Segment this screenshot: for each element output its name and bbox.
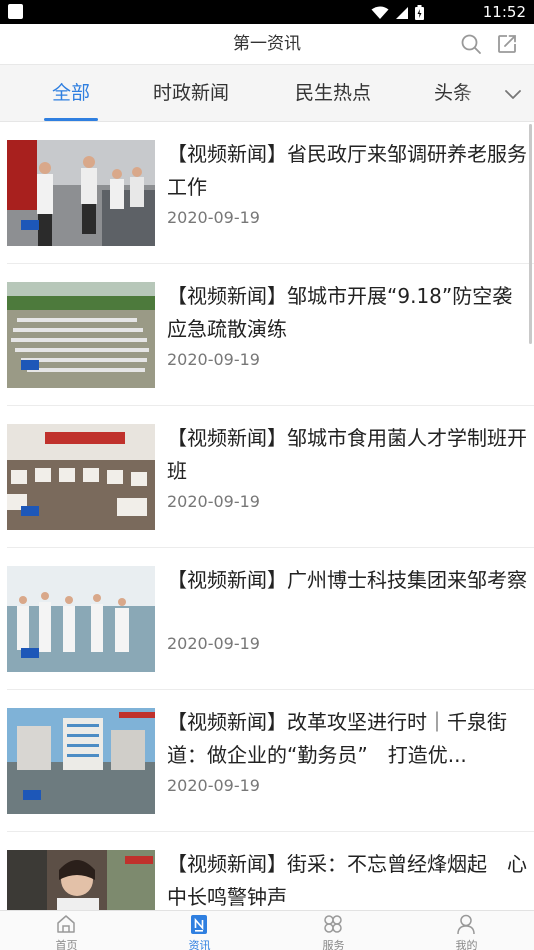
nav-home[interactable]: 首页: [0, 911, 133, 950]
bottom-nav: 首页 资讯 服务 我的: [0, 910, 534, 950]
tab-label: 时政新闻: [153, 82, 230, 104]
category-tabs: 全部 时政新闻 民生热点 头条: [0, 64, 534, 122]
news-thumbnail: [7, 282, 155, 388]
share-icon[interactable]: [496, 33, 518, 55]
battery-icon: [415, 5, 424, 20]
app-header: 第一资讯: [0, 24, 534, 64]
news-item[interactable]: 【视频新闻】街采：不忘曾经烽烟起 心中长鸣警钟声: [7, 832, 534, 910]
news-date: 2020-09-19: [167, 634, 260, 653]
news-thumbnail: [7, 850, 155, 910]
news-date: 2020-09-19: [167, 492, 260, 511]
nav-profile[interactable]: 我的: [400, 911, 533, 950]
tabs-fade: [458, 65, 498, 121]
news-thumbnail: [7, 708, 155, 814]
list-scrollbar[interactable]: [529, 124, 532, 344]
news-title: 【视频新闻】邹城市开展“9.18”防空袭应急疏散演练: [167, 284, 513, 341]
news-title: 【视频新闻】改革攻坚进行时｜千泉街道：做企业的“勤务员” 打造优...: [167, 710, 507, 767]
news-title: 【视频新闻】省民政厅来邹调研养老服务工作: [167, 142, 527, 199]
nav-label: 首页: [55, 939, 78, 950]
status-time: 11:52: [482, 3, 526, 21]
news-item[interactable]: 【视频新闻】改革攻坚进行时｜千泉街道：做企业的“勤务员” 打造优... 2020…: [7, 690, 534, 832]
news-list: 【视频新闻】省民政厅来邹调研养老服务工作 2020-09-19 【视频新闻】邹城…: [0, 122, 534, 910]
tab-politics[interactable]: 时政新闻: [153, 65, 230, 121]
status-bar: 11:52: [0, 0, 534, 24]
news-item[interactable]: 【视频新闻】广州博士科技集团来邹考察 2020-09-19: [7, 548, 534, 690]
notification-icon: [8, 4, 23, 19]
news-thumbnail: [7, 566, 155, 672]
tab-all[interactable]: 全部: [44, 65, 99, 121]
profile-icon: [457, 914, 475, 935]
active-tab-indicator: [44, 118, 99, 121]
news-item[interactable]: 【视频新闻】省民政厅来邹调研养老服务工作 2020-09-19: [7, 122, 534, 264]
nav-label: 我的: [455, 939, 478, 950]
news-title: 【视频新闻】广州博士科技集团来邹考察: [167, 568, 527, 592]
tabs-more-button[interactable]: [494, 65, 534, 121]
tab-label: 全部: [52, 82, 91, 104]
tab-label: 民生热点: [295, 82, 372, 104]
news-item[interactable]: 【视频新闻】邹城市开展“9.18”防空袭应急疏散演练 2020-09-19: [7, 264, 534, 406]
nav-label: 资讯: [188, 939, 211, 950]
news-date: 2020-09-19: [167, 208, 260, 227]
news-date: 2020-09-19: [167, 776, 260, 795]
nav-services[interactable]: 服务: [267, 911, 400, 950]
nav-news[interactable]: 资讯: [133, 911, 266, 950]
page-title: 第一资讯: [233, 34, 301, 54]
status-icons: [371, 5, 424, 20]
news-thumbnail: [7, 424, 155, 530]
search-icon[interactable]: [460, 33, 482, 55]
services-icon: [324, 915, 342, 933]
wifi-icon: [371, 6, 389, 19]
news-thumbnail: [7, 140, 155, 246]
news-date: 2020-09-19: [167, 350, 260, 369]
tab-livelihood[interactable]: 民生热点: [295, 65, 372, 121]
news-icon: [191, 915, 207, 934]
chevron-down-icon: [505, 90, 521, 99]
nav-label: 服务: [322, 939, 345, 950]
home-icon: [57, 915, 75, 933]
news-title: 【视频新闻】邹城市食用菌人才学制班开班: [167, 426, 527, 483]
news-item[interactable]: 【视频新闻】邹城市食用菌人才学制班开班 2020-09-19: [7, 406, 534, 548]
signal-icon: [396, 6, 408, 19]
news-title: 【视频新闻】街采：不忘曾经烽烟起 心中长鸣警钟声: [167, 852, 527, 909]
